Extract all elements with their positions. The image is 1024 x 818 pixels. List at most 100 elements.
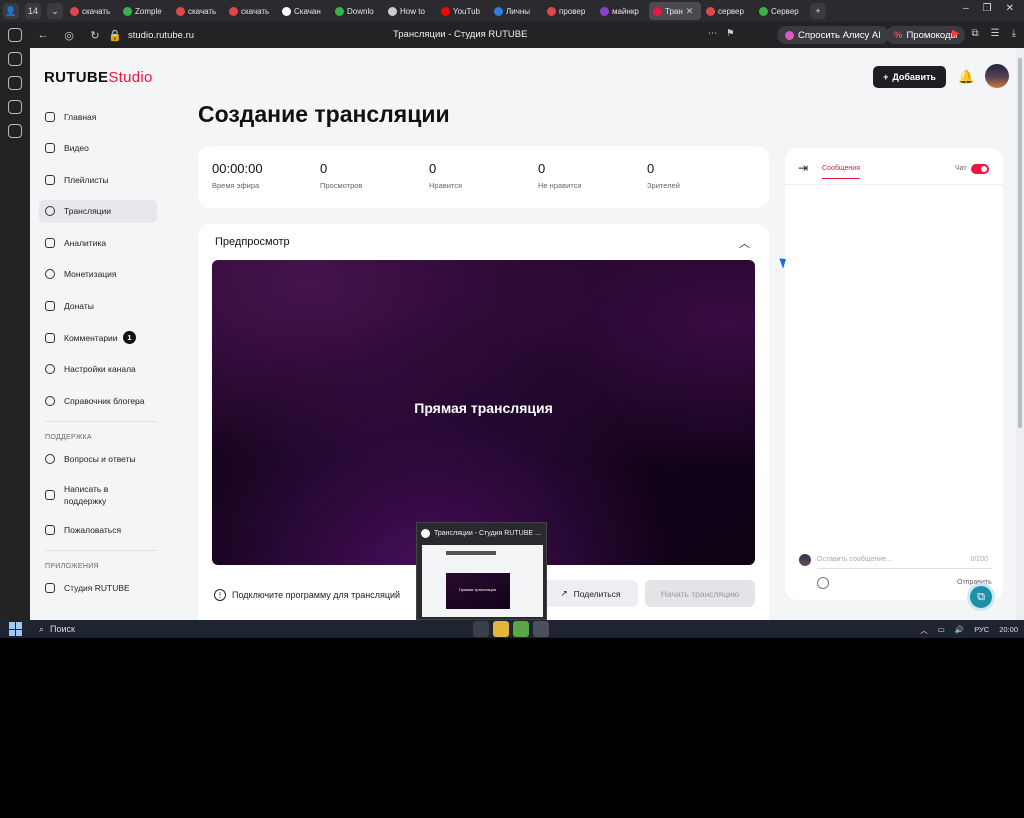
tab-favicon-icon <box>600 6 609 16</box>
sidebar-item-comments[interactable]: Комментарии 1 <box>39 326 157 349</box>
browser-tab[interactable]: провер <box>543 2 595 20</box>
tray-chevron-icon[interactable]: ︿ <box>920 625 928 636</box>
emoji-icon[interactable] <box>817 577 829 589</box>
extensions-icon[interactable]: ⧉ <box>971 28 978 39</box>
browser-tab[interactable]: Личны <box>490 2 542 20</box>
page-title-in-bar: Трансляции - Студия RUTUBE <box>393 29 528 40</box>
sidebar-item-label: Аналитика <box>64 237 107 248</box>
sidebar-item-label: Настройки канала <box>64 364 136 375</box>
start-stream-button[interactable]: Начать трансляцию <box>645 580 755 607</box>
add-button[interactable]: + Добавить <box>873 66 946 88</box>
minimize-icon[interactable]: – <box>963 3 969 14</box>
taskbar-preview-popup[interactable]: Трансляции - Студия RUTUBE ... Прямая тр… <box>416 522 547 620</box>
sidebar-item-home[interactable]: Главная <box>39 105 157 128</box>
ask-alice-button[interactable]: Спросить Алису AI <box>777 26 889 44</box>
close-window-icon[interactable]: ✕ <box>1006 3 1014 14</box>
download-icon[interactable]: ⤓ <box>1012 28 1016 39</box>
clock[interactable]: 20:00 <box>999 625 1018 636</box>
browser-tab[interactable]: Скачан <box>278 2 330 20</box>
tab-favicon-icon <box>547 6 556 16</box>
chat-toggle[interactable] <box>971 164 989 174</box>
sidebar-item-donations[interactable]: Донаты <box>39 295 157 318</box>
scrollbar-thumb[interactable] <box>1018 58 1022 428</box>
thumbnail-heading <box>446 551 496 555</box>
history-icon[interactable] <box>8 28 22 42</box>
sidebar-item-streams[interactable]: Трансляции <box>39 199 157 223</box>
taskbar-minecraft-icon[interactable] <box>513 621 529 637</box>
message-input[interactable]: Оставить сообщение... 0/200 <box>817 551 992 569</box>
browser-tab[interactable]: Сервер <box>755 2 807 20</box>
collapse-chat-icon[interactable]: ⇥ <box>798 161 808 175</box>
page-scrollbar[interactable] <box>1016 48 1024 620</box>
sidebar-item-studio-app[interactable]: Студия RUTUBE <box>39 577 157 600</box>
sidebar-apps: Студия RUTUBE <box>39 577 157 600</box>
sidebar-item-label: Донаты <box>64 301 94 312</box>
youtube-icon[interactable]: ▶ <box>952 28 960 39</box>
shield-icon[interactable]: ◎ <box>56 29 82 42</box>
restore-icon[interactable]: ❐ <box>983 3 992 14</box>
stat-label: Зрителей <box>647 181 680 190</box>
more-icon[interactable]: ⋯ <box>708 28 718 39</box>
sidebar-item-playlists[interactable]: Плейлисты <box>39 168 157 191</box>
taskbar-yandex-icon[interactable] <box>473 621 489 637</box>
avatar[interactable] <box>985 64 1009 88</box>
network-icon[interactable]: ▭ <box>938 625 945 636</box>
sidebar-item-report[interactable]: Пожаловаться <box>39 518 157 541</box>
sidebar-item-label: Плейлисты <box>64 174 109 185</box>
mail-icon[interactable] <box>8 76 22 90</box>
tab-label: скачать <box>82 6 111 16</box>
browser-tab[interactable]: Zomple <box>119 2 171 20</box>
support-chat-fab[interactable]: ⧉ <box>967 583 995 611</box>
browser-tab[interactable]: сервер <box>702 2 754 20</box>
rutube-studio-logo[interactable]: RUTUBEStudio <box>44 69 153 86</box>
monetization-icon <box>45 269 55 280</box>
bell-icon[interactable]: 🔔 <box>958 69 974 85</box>
taskbar-obs-icon[interactable] <box>533 621 549 637</box>
browser-tab[interactable]: How to <box>384 2 436 20</box>
sidebar-item-analytics[interactable]: Аналитика <box>39 231 157 254</box>
browser-tab[interactable]: YouTub <box>437 2 489 20</box>
sidebar-item-monetization[interactable]: Монетизация <box>39 263 157 286</box>
close-tab-icon[interactable]: ✕ <box>686 6 694 17</box>
profile-icon[interactable]: 👤 <box>3 3 19 19</box>
sidebar-item-faq[interactable]: Вопросы и ответы <box>39 448 157 471</box>
chevron-up-icon[interactable]: ︿ <box>739 235 750 251</box>
volume-icon[interactable]: 🔊 <box>955 625 964 636</box>
tabs-menu-icon[interactable]: ⌄ <box>47 3 63 19</box>
new-tab-button[interactable]: + <box>810 3 826 19</box>
browser-tab[interactable]: скачать <box>172 2 224 20</box>
tab-count[interactable]: 14 <box>25 3 41 19</box>
taskbar-explorer-icon[interactable] <box>493 621 509 637</box>
sidebar-item-write-support[interactable]: Написать в поддержку <box>39 480 157 510</box>
sidebar-item-label: Вопросы и ответы <box>64 454 136 465</box>
share-button[interactable]: ↗ Поделиться <box>543 580 638 607</box>
screenshot-icon[interactable] <box>8 124 22 138</box>
tab-label: Сервер <box>771 6 799 16</box>
popup-thumbnail[interactable]: Прямая трансляция <box>422 545 543 617</box>
collections-icon[interactable] <box>8 52 22 66</box>
browser-tab[interactable]: Тран ✕ <box>649 2 701 20</box>
browser-tab[interactable]: майнкр <box>596 2 648 20</box>
stat-viewers: 0 Зрителей <box>647 161 680 190</box>
taskbar-search[interactable]: ⌕ Поиск <box>39 624 75 635</box>
window-controls: – ❐ ✕ <box>963 3 1014 14</box>
toolbar-icons: ▶ ⧉ ☰ ⤓ <box>952 28 1016 39</box>
language-indicator[interactable]: РУС <box>974 625 989 636</box>
tab-messages[interactable]: Сообщения <box>822 165 860 179</box>
sidebar-item-blogger-guide[interactable]: Справочник блогера <box>39 389 157 412</box>
calendar-icon[interactable] <box>8 100 22 114</box>
browser-tab[interactable]: скачать <box>225 2 277 20</box>
back-icon[interactable]: ← <box>30 29 56 41</box>
sidebar-item-video[interactable]: Видео <box>39 137 157 160</box>
sidebar-item-label: Студия RUTUBE <box>64 583 130 594</box>
reload-icon[interactable]: ↻ <box>82 29 108 42</box>
bookmark-icon[interactable]: ⚑ <box>726 28 735 39</box>
tab-label: Zomple <box>135 6 162 16</box>
bookmarks-icon[interactable]: ☰ <box>991 28 1000 39</box>
video-preview[interactable]: Прямая трансляция <box>212 260 755 565</box>
url-field[interactable]: studio.rutube.ru <box>128 30 194 41</box>
browser-tab[interactable]: Downlo <box>331 2 383 20</box>
sidebar-item-channel-settings[interactable]: Настройки канала <box>39 358 157 381</box>
browser-tab[interactable]: скачать <box>66 2 118 20</box>
windows-start-icon[interactable] <box>9 622 23 636</box>
